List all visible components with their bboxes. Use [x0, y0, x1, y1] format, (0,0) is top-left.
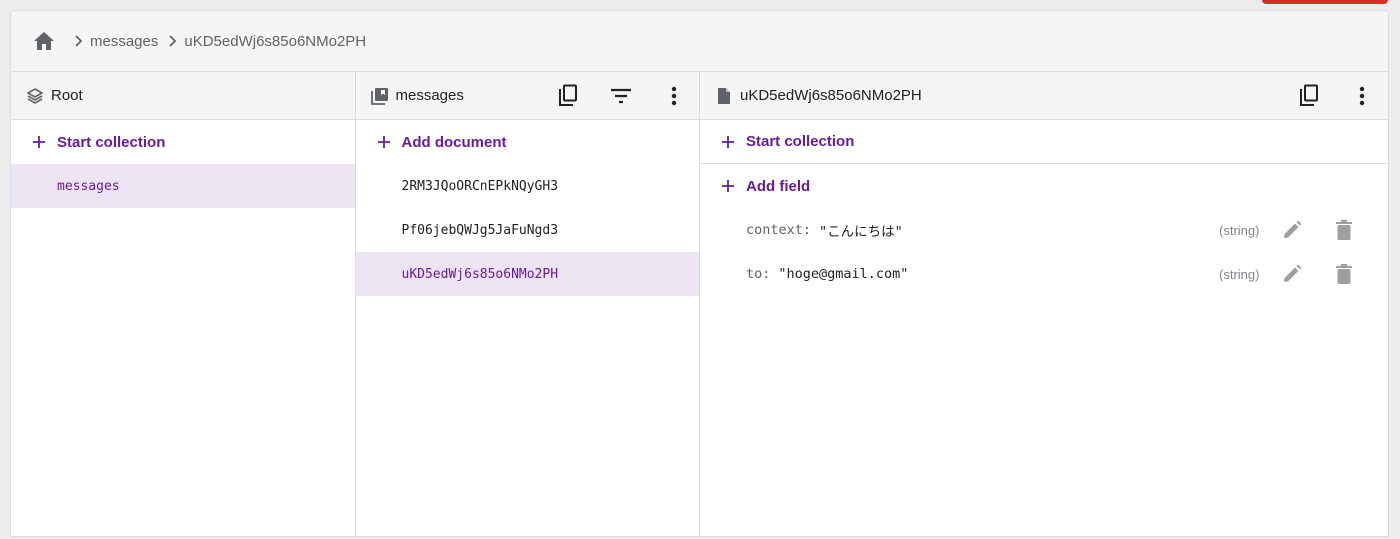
firestore-data-viewer: messages uKD5edWj6s85o6NMo2PH Root Start… [10, 10, 1389, 537]
field-row: context: "こんにちは" (string) [700, 208, 1388, 252]
panel-title: messages [395, 87, 464, 104]
list-item-collection[interactable]: messages [11, 164, 355, 208]
more-vert-icon[interactable] [1350, 84, 1374, 108]
plus-icon [721, 135, 735, 149]
copy-icon[interactable] [1297, 84, 1321, 108]
start-collection-button[interactable]: Start collection [11, 120, 355, 164]
breadcrumb: messages uKD5edWj6s85o6NMo2PH [11, 11, 1388, 72]
collection-panel: messages Add document 2RM3JQoORCnEPkNQyG… [355, 72, 700, 536]
filter-icon[interactable] [609, 84, 633, 108]
field-value[interactable]: "hoge@gmail.com" [778, 266, 908, 282]
collection-icon [370, 86, 390, 106]
field-key: context: [746, 222, 812, 238]
root-panel-header: Root [11, 72, 355, 120]
collection-panel-header: messages [355, 72, 699, 120]
breadcrumb-label[interactable]: messages [90, 33, 158, 50]
edit-icon[interactable] [1280, 218, 1304, 242]
root-panel: Root Start collection messages [11, 72, 356, 536]
delete-icon[interactable] [1332, 218, 1356, 242]
copy-icon[interactable] [556, 84, 580, 108]
list-item-document[interactable]: uKD5edWj6s85o6NMo2PH [355, 252, 699, 296]
document-icon [714, 86, 734, 106]
document-panel-header: uKD5edWj6s85o6NMo2PH [700, 72, 1388, 120]
plus-icon [32, 135, 46, 149]
panel-title: Root [51, 87, 83, 104]
add-field-button[interactable]: Add field [700, 164, 1388, 208]
add-field-label: Add field [746, 177, 811, 195]
field-value[interactable]: "こんにちは" [819, 220, 903, 240]
chevron-right-icon [164, 33, 180, 49]
document-panel: uKD5edWj6s85o6NMo2PH Start collection Ad… [700, 72, 1388, 536]
alert-tab [1262, 0, 1388, 4]
edit-icon[interactable] [1280, 262, 1304, 286]
breadcrumb-item-collection[interactable]: messages [56, 33, 158, 50]
list-item-document[interactable]: Pf06jebQWJg5JaFuNgd3 [356, 208, 700, 252]
chevron-right-icon [70, 33, 86, 49]
delete-icon[interactable] [1332, 262, 1356, 286]
field-key: to: [746, 266, 771, 282]
start-collection-label: Start collection [746, 133, 855, 150]
start-collection-button[interactable]: Start collection [700, 120, 1388, 164]
field-type: (string) [1219, 266, 1260, 282]
home-icon[interactable] [32, 29, 56, 53]
breadcrumb-item-document[interactable]: uKD5edWj6s85o6NMo2PH [158, 33, 366, 50]
plus-icon [377, 135, 391, 149]
field-type: (string) [1219, 222, 1260, 238]
layers-icon [25, 86, 45, 106]
panel-title: uKD5edWj6s85o6NMo2PH [740, 87, 922, 104]
breadcrumb-label[interactable]: uKD5edWj6s85o6NMo2PH [184, 33, 366, 50]
start-collection-label: Start collection [57, 133, 166, 151]
plus-icon [721, 179, 735, 193]
more-vert-icon[interactable] [662, 84, 686, 108]
add-document-label: Add document [401, 133, 507, 151]
field-row: to: "hoge@gmail.com" (string) [700, 252, 1388, 296]
list-item-document[interactable]: 2RM3JQoORCnEPkNQyGH3 [356, 164, 700, 208]
add-document-button[interactable]: Add document [356, 120, 700, 164]
